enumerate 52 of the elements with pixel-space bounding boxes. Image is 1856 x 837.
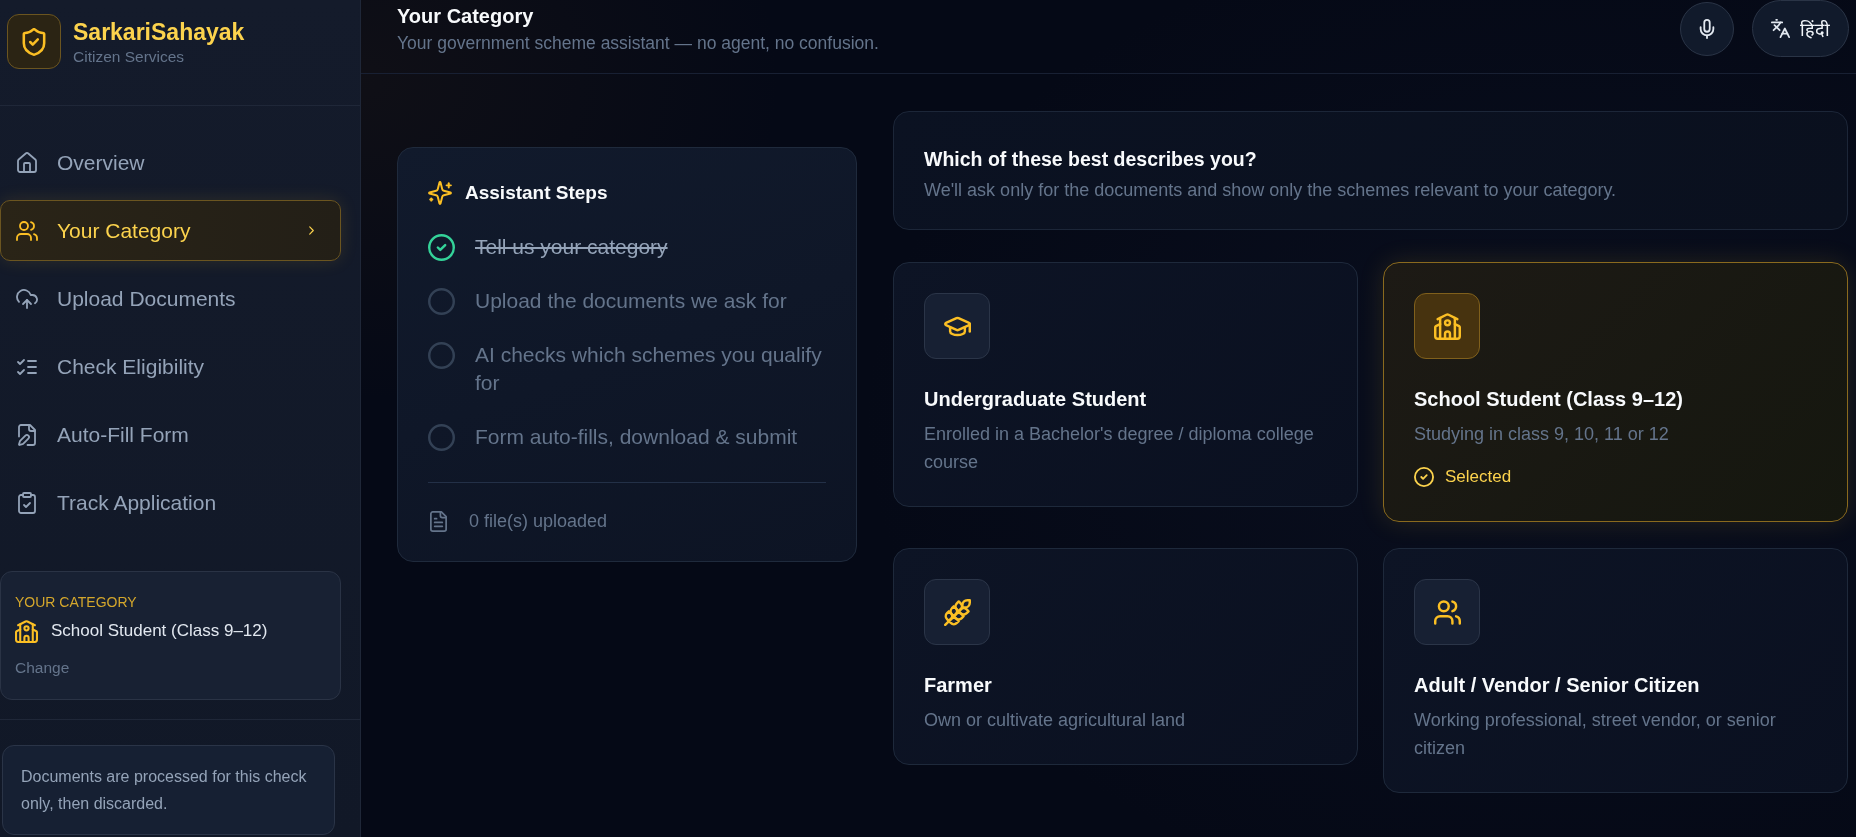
section-label: YOUR CATEGORY <box>15 593 138 611</box>
nav-item[interactable]: Upload Documents <box>0 268 341 329</box>
nav-item[interactable]: Track Application <box>0 472 341 533</box>
school-building-icon <box>15 619 38 643</box>
nav-item[interactable]: Auto-Fill Form <box>0 404 341 465</box>
step-label: Form auto-fills, download & submit <box>475 424 798 450</box>
nav-item[interactable]: Check Eligibility <box>0 336 341 397</box>
category-card[interactable]: School Student (Class 9–12) Studying in class 9, 10, 11 or 12 Selected <box>1383 262 1848 522</box>
privacy-note: Documents are processed for this check only, then discarded. <box>2 745 335 835</box>
clipboard-check-icon <box>16 491 38 514</box>
wheat-icon <box>924 579 990 645</box>
category-description: Working professional, street vendor, or senior citizen <box>1414 709 1777 760</box>
users-icon <box>16 219 38 242</box>
question-subtitle: We'll ask only for the documents and show only the schemes relevant to your category. <box>924 179 1618 202</box>
page-title: Your Category <box>397 4 535 28</box>
microphone-button[interactable] <box>1680 2 1734 56</box>
cloud-upload-icon <box>16 287 38 310</box>
card-title: Assistant Steps <box>465 181 608 205</box>
house-icon <box>16 151 38 174</box>
page-subtitle: Your government scheme assistant — no agent, no confusion. <box>397 32 879 54</box>
file-pen-icon <box>16 423 38 446</box>
category-description: Enrolled in a Bachelor's degree / diploma college course <box>924 423 1315 474</box>
category-title: Undergraduate Student <box>924 387 1148 412</box>
step-label: Upload the documents we ask for <box>475 288 787 314</box>
question-title: Which of these best describes you? <box>924 147 1258 172</box>
school-building-icon <box>1414 293 1480 359</box>
check-circle-icon <box>1414 467 1434 487</box>
category-card[interactable]: Adult / Vendor / Senior Citizen Working professional, street vendor, or senior citizen <box>1383 548 1848 793</box>
category-name: School Student (Class 9–12) <box>51 620 268 642</box>
nav-item[interactable]: Overview <box>0 132 341 193</box>
category-description: Studying in class 9, 10, 11 or 12 <box>1414 423 1670 446</box>
category-title: School Student (Class 9–12) <box>1414 387 1684 412</box>
language-button[interactable]: हिंदी <box>1752 0 1849 57</box>
nav-item[interactable]: Your Category <box>0 200 341 261</box>
category-card[interactable]: Undergraduate Student Enrolled in a Bachelor's degree / diploma college course <box>893 262 1358 507</box>
users-icon <box>1414 579 1480 645</box>
sparkles-icon <box>428 181 452 205</box>
selected-label: Selected <box>1445 466 1512 488</box>
category-card[interactable]: Farmer Own or cultivate agricultural land <box>893 548 1358 765</box>
shield-check-icon <box>7 14 61 69</box>
category-title: Adult / Vendor / Senior Citizen <box>1414 673 1701 698</box>
graduation-cap-icon <box>924 293 990 359</box>
translate-icon <box>1771 19 1790 38</box>
document-icon <box>428 510 449 532</box>
upload-count: 0 file(s) uploaded <box>469 510 608 533</box>
category-title: Farmer <box>924 673 993 698</box>
brand-name: SarkariSahayak <box>73 19 245 45</box>
brand-subtitle: Citizen Services <box>73 48 186 66</box>
category-description: Own or cultivate agricultural land <box>924 709 1187 732</box>
step-label: Tell us your category <box>475 234 668 260</box>
microphone-icon <box>1697 19 1717 39</box>
step-label: AI checks which schemes you qualify for <box>475 342 823 396</box>
